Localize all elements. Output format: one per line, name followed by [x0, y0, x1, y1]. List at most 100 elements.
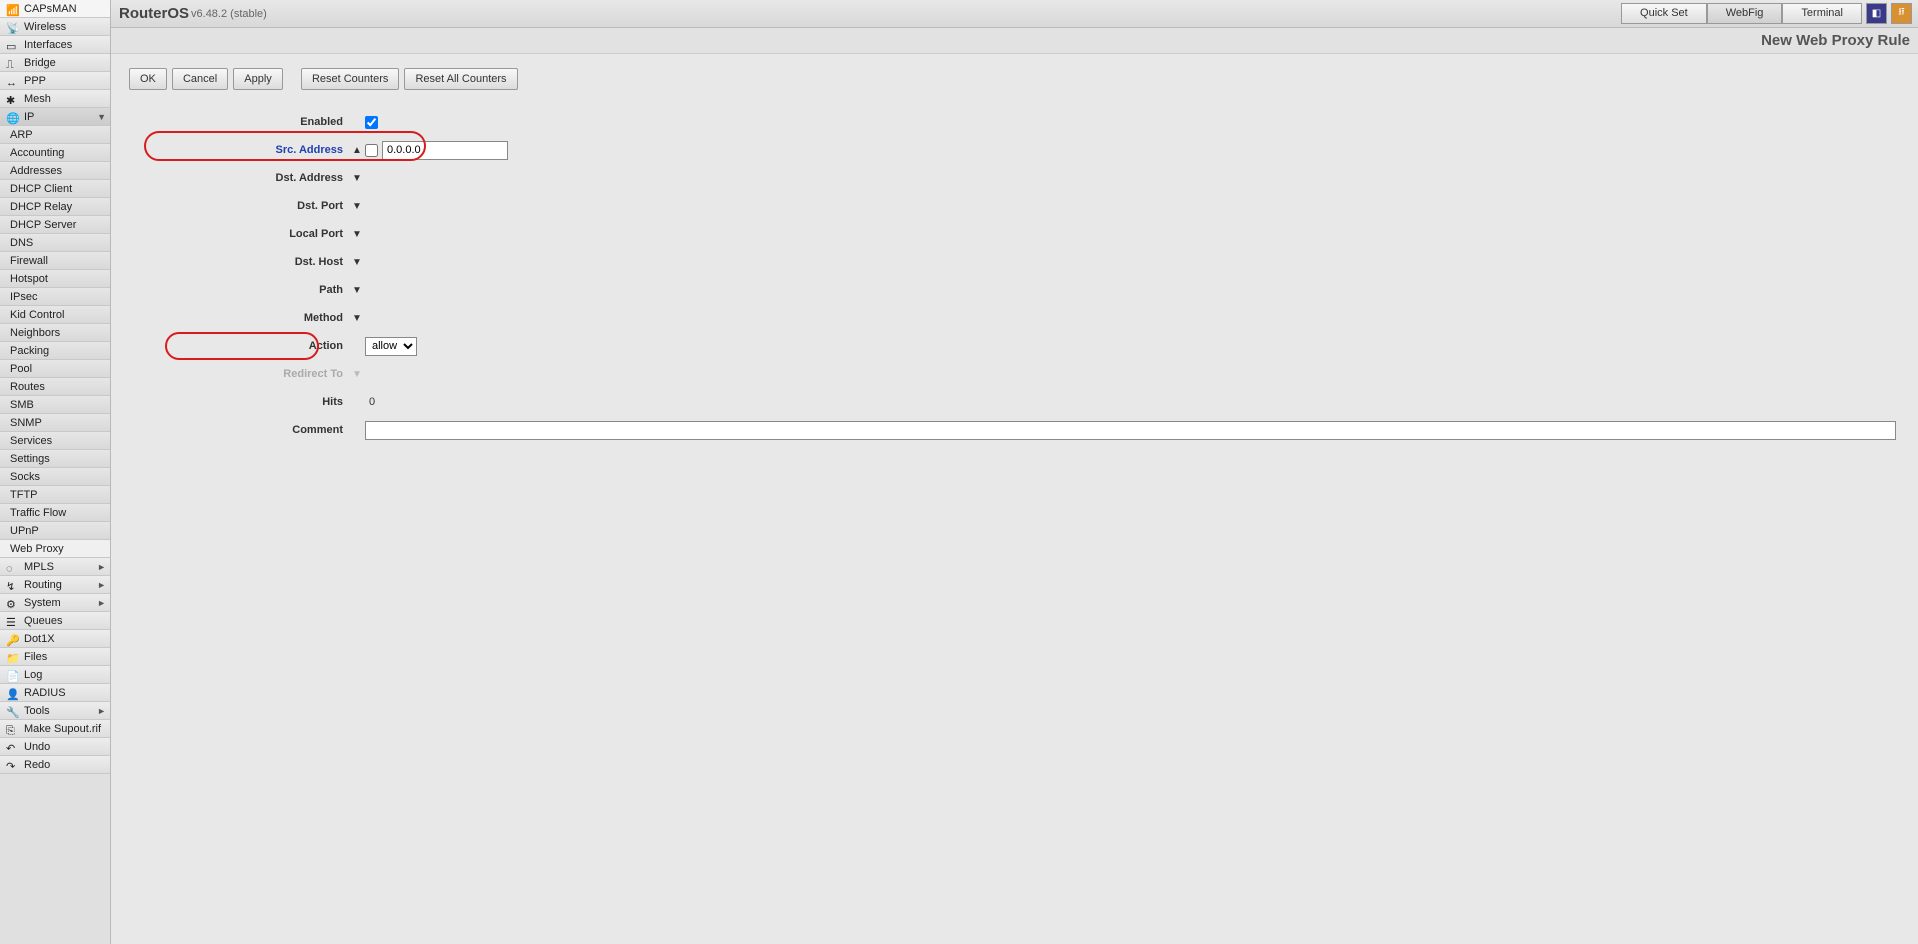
logout-icon[interactable]: ⭿: [1891, 3, 1912, 24]
sidebar-sub-arp[interactable]: ARP: [0, 126, 110, 144]
expand-down-icon[interactable]: ▼: [349, 229, 365, 240]
src-address-input[interactable]: [382, 141, 508, 160]
sidebar-sub-neighbors[interactable]: Neighbors: [0, 324, 110, 342]
sidebar-item-redo[interactable]: ↷Redo: [0, 756, 110, 774]
sidebar-sub-ipsec[interactable]: IPsec: [0, 288, 110, 306]
sidebar-label: Dot1X: [24, 630, 55, 648]
dot1x-icon: 🔑: [6, 632, 20, 646]
sub-label: DHCP Server: [10, 216, 76, 234]
sub-label: SMB: [10, 396, 34, 414]
row-src-address: Src. Address ▲: [119, 136, 1910, 164]
sidebar-sub-dhcp-relay[interactable]: DHCP Relay: [0, 198, 110, 216]
sidebar-sub-socks[interactable]: Socks: [0, 468, 110, 486]
sidebar-item-ip[interactable]: 🌐IP▼: [0, 108, 110, 126]
sidebar-sub-dhcp-client[interactable]: DHCP Client: [0, 180, 110, 198]
sub-label: Kid Control: [10, 306, 64, 324]
sidebar-sub-dns[interactable]: DNS: [0, 234, 110, 252]
log-icon: 📄: [6, 668, 20, 682]
sub-label: Routes: [10, 378, 45, 396]
sidebar-label: System: [24, 594, 61, 612]
action-select[interactable]: allow: [365, 337, 417, 356]
apply-button[interactable]: Apply: [233, 68, 283, 90]
sidebar-sub-pool[interactable]: Pool: [0, 360, 110, 378]
sidebar-item-queues[interactable]: ☰Queues: [0, 612, 110, 630]
page-title: New Web Proxy Rule: [1761, 32, 1910, 49]
sidebar-item-log[interactable]: 📄Log: [0, 666, 110, 684]
sidebar-sub-traffic-flow[interactable]: Traffic Flow: [0, 504, 110, 522]
sidebar-sub-routes[interactable]: Routes: [0, 378, 110, 396]
comment-input[interactable]: [365, 421, 1896, 440]
sidebar-sub-snmp[interactable]: SNMP: [0, 414, 110, 432]
label-src-address: Src. Address: [119, 144, 349, 156]
label-action: Action: [119, 340, 349, 352]
sub-label: Firewall: [10, 252, 48, 270]
sidebar-sub-smb[interactable]: SMB: [0, 396, 110, 414]
sub-label: Accounting: [10, 144, 64, 162]
sidebar-item-wireless[interactable]: 📡Wireless: [0, 18, 110, 36]
tab-terminal[interactable]: Terminal: [1782, 3, 1862, 24]
ppp-icon: ↔: [6, 74, 20, 88]
cancel-button[interactable]: Cancel: [172, 68, 228, 90]
expand-down-icon[interactable]: ▼: [349, 313, 365, 324]
sidebar-item-ppp[interactable]: ↔ PPP: [0, 72, 110, 90]
sidebar-label: Wireless: [24, 18, 66, 36]
row-action: Action allow: [119, 332, 1910, 360]
ok-button[interactable]: OK: [129, 68, 167, 90]
sidebar-item-radius[interactable]: 👤RADIUS: [0, 684, 110, 702]
sidebar-sub-kid-control[interactable]: Kid Control: [0, 306, 110, 324]
sidebar-sub-hotspot[interactable]: Hotspot: [0, 270, 110, 288]
sidebar-sub-services[interactable]: Services: [0, 432, 110, 450]
expand-down-icon[interactable]: ▼: [349, 173, 365, 184]
reset-counters-button[interactable]: Reset Counters: [301, 68, 399, 90]
files-icon: 📁: [6, 650, 20, 664]
sidebar-sub-dhcp-server[interactable]: DHCP Server: [0, 216, 110, 234]
sidebar-sub-tftp[interactable]: TFTP: [0, 486, 110, 504]
interfaces-icon: ▭: [6, 38, 20, 52]
row-comment: Comment: [119, 416, 1910, 444]
sidebar-item-files[interactable]: 📁Files: [0, 648, 110, 666]
skin-icon[interactable]: ◧: [1866, 3, 1887, 24]
sidebar-item-make-supout[interactable]: ⎘Make Supout.rif: [0, 720, 110, 738]
sidebar-item-tools[interactable]: 🔧Tools►: [0, 702, 110, 720]
radius-icon: 👤: [6, 686, 20, 700]
sidebar-sub-web-proxy[interactable]: Web Proxy: [0, 540, 110, 558]
sub-label: Hotspot: [10, 270, 48, 288]
sidebar-sub-upnp[interactable]: UPnP: [0, 522, 110, 540]
sidebar-sub-settings[interactable]: Settings: [0, 450, 110, 468]
sidebar-item-capsman[interactable]: 📶CAPsMAN: [0, 0, 110, 18]
sidebar-item-mpls[interactable]: ◌MPLS►: [0, 558, 110, 576]
sidebar-label: Tools: [24, 702, 50, 720]
label-dst-port: Dst. Port: [119, 200, 349, 212]
tab-webfig[interactable]: WebFig: [1707, 3, 1783, 24]
tab-quickset[interactable]: Quick Set: [1621, 3, 1707, 24]
sidebar-label: PPP: [24, 72, 46, 90]
sub-label: Neighbors: [10, 324, 60, 342]
sidebar-sub-addresses[interactable]: Addresses: [0, 162, 110, 180]
row-dst-host: Dst. Host ▼: [119, 248, 1910, 276]
ip-icon: 🌐: [6, 110, 20, 124]
sidebar-item-bridge[interactable]: ⎍Bridge: [0, 54, 110, 72]
sidebar-sub-accounting[interactable]: Accounting: [0, 144, 110, 162]
expand-down-icon[interactable]: ▼: [349, 257, 365, 268]
sidebar-sub-packing[interactable]: Packing: [0, 342, 110, 360]
sub-label: ARP: [10, 126, 33, 144]
expand-down-icon[interactable]: ▼: [349, 201, 365, 212]
queues-icon: ☰: [6, 614, 20, 628]
sidebar-item-dot1x[interactable]: 🔑 Dot1X: [0, 630, 110, 648]
row-method: Method ▼: [119, 304, 1910, 332]
sidebar-item-undo[interactable]: ↶Undo: [0, 738, 110, 756]
sidebar-item-interfaces[interactable]: ▭Interfaces: [0, 36, 110, 54]
collapse-up-icon[interactable]: ▲: [349, 145, 365, 156]
sidebar-sub-firewall[interactable]: Firewall: [0, 252, 110, 270]
sidebar-item-system[interactable]: ⚙System►: [0, 594, 110, 612]
reset-all-counters-button[interactable]: Reset All Counters: [404, 68, 517, 90]
sidebar-item-mesh[interactable]: ✱Mesh: [0, 90, 110, 108]
sidebar-item-routing[interactable]: ↯Routing►: [0, 576, 110, 594]
sub-label: DHCP Relay: [10, 198, 72, 216]
sub-label: Socks: [10, 468, 40, 486]
top-tabs: Quick Set WebFig Terminal ◧ ⭿: [1621, 3, 1912, 24]
enabled-checkbox[interactable]: [365, 116, 378, 129]
expand-down-icon[interactable]: ▼: [349, 285, 365, 296]
row-redirect: Redirect To ▼: [119, 360, 1910, 388]
src-address-not-checkbox[interactable]: [365, 144, 378, 157]
